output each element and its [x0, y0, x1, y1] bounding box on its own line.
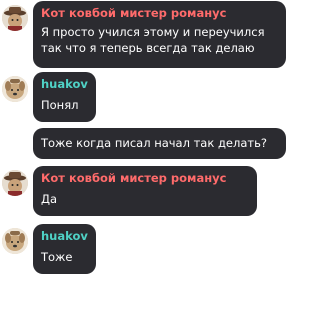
dog-avatar-image [2, 228, 28, 254]
message-text: Да [41, 192, 58, 206]
message-author[interactable]: Кот ковбой мистер романус [41, 6, 278, 21]
message-bubble[interactable]: Кот ковбой мистер романус Я просто училс… [33, 1, 286, 68]
message-bubble[interactable]: Кот ковбой мистер романус Да [33, 166, 257, 216]
message-author[interactable]: huakov [41, 229, 88, 244]
message-author[interactable]: Кот ковбой мистер романус [41, 171, 249, 186]
message-bubble[interactable]: huakov Тоже [33, 224, 96, 274]
cowboy-cat-avatar[interactable] [2, 5, 28, 31]
message-text: Понял [41, 98, 79, 112]
dog-avatar[interactable] [2, 228, 28, 254]
message-bubble[interactable]: huakov Понял [33, 72, 96, 122]
message-author[interactable]: huakov [41, 77, 88, 92]
message-text: Я просто учился этому и переучился [41, 25, 265, 39]
message-text: Тоже когда писал начал так делать? [41, 136, 267, 150]
cowboy-cat-avatar[interactable] [2, 170, 28, 196]
dog-avatar-image [2, 76, 28, 102]
message-bubble[interactable]: Тоже когда писал начал так делать? [33, 128, 286, 159]
message-text: Тоже [41, 250, 73, 264]
cowboy-cat-avatar-image [2, 170, 28, 196]
dog-avatar[interactable] [2, 76, 28, 102]
message-text: так что я теперь всегда так делаю [41, 41, 255, 55]
cowboy-cat-avatar-image [2, 5, 28, 31]
